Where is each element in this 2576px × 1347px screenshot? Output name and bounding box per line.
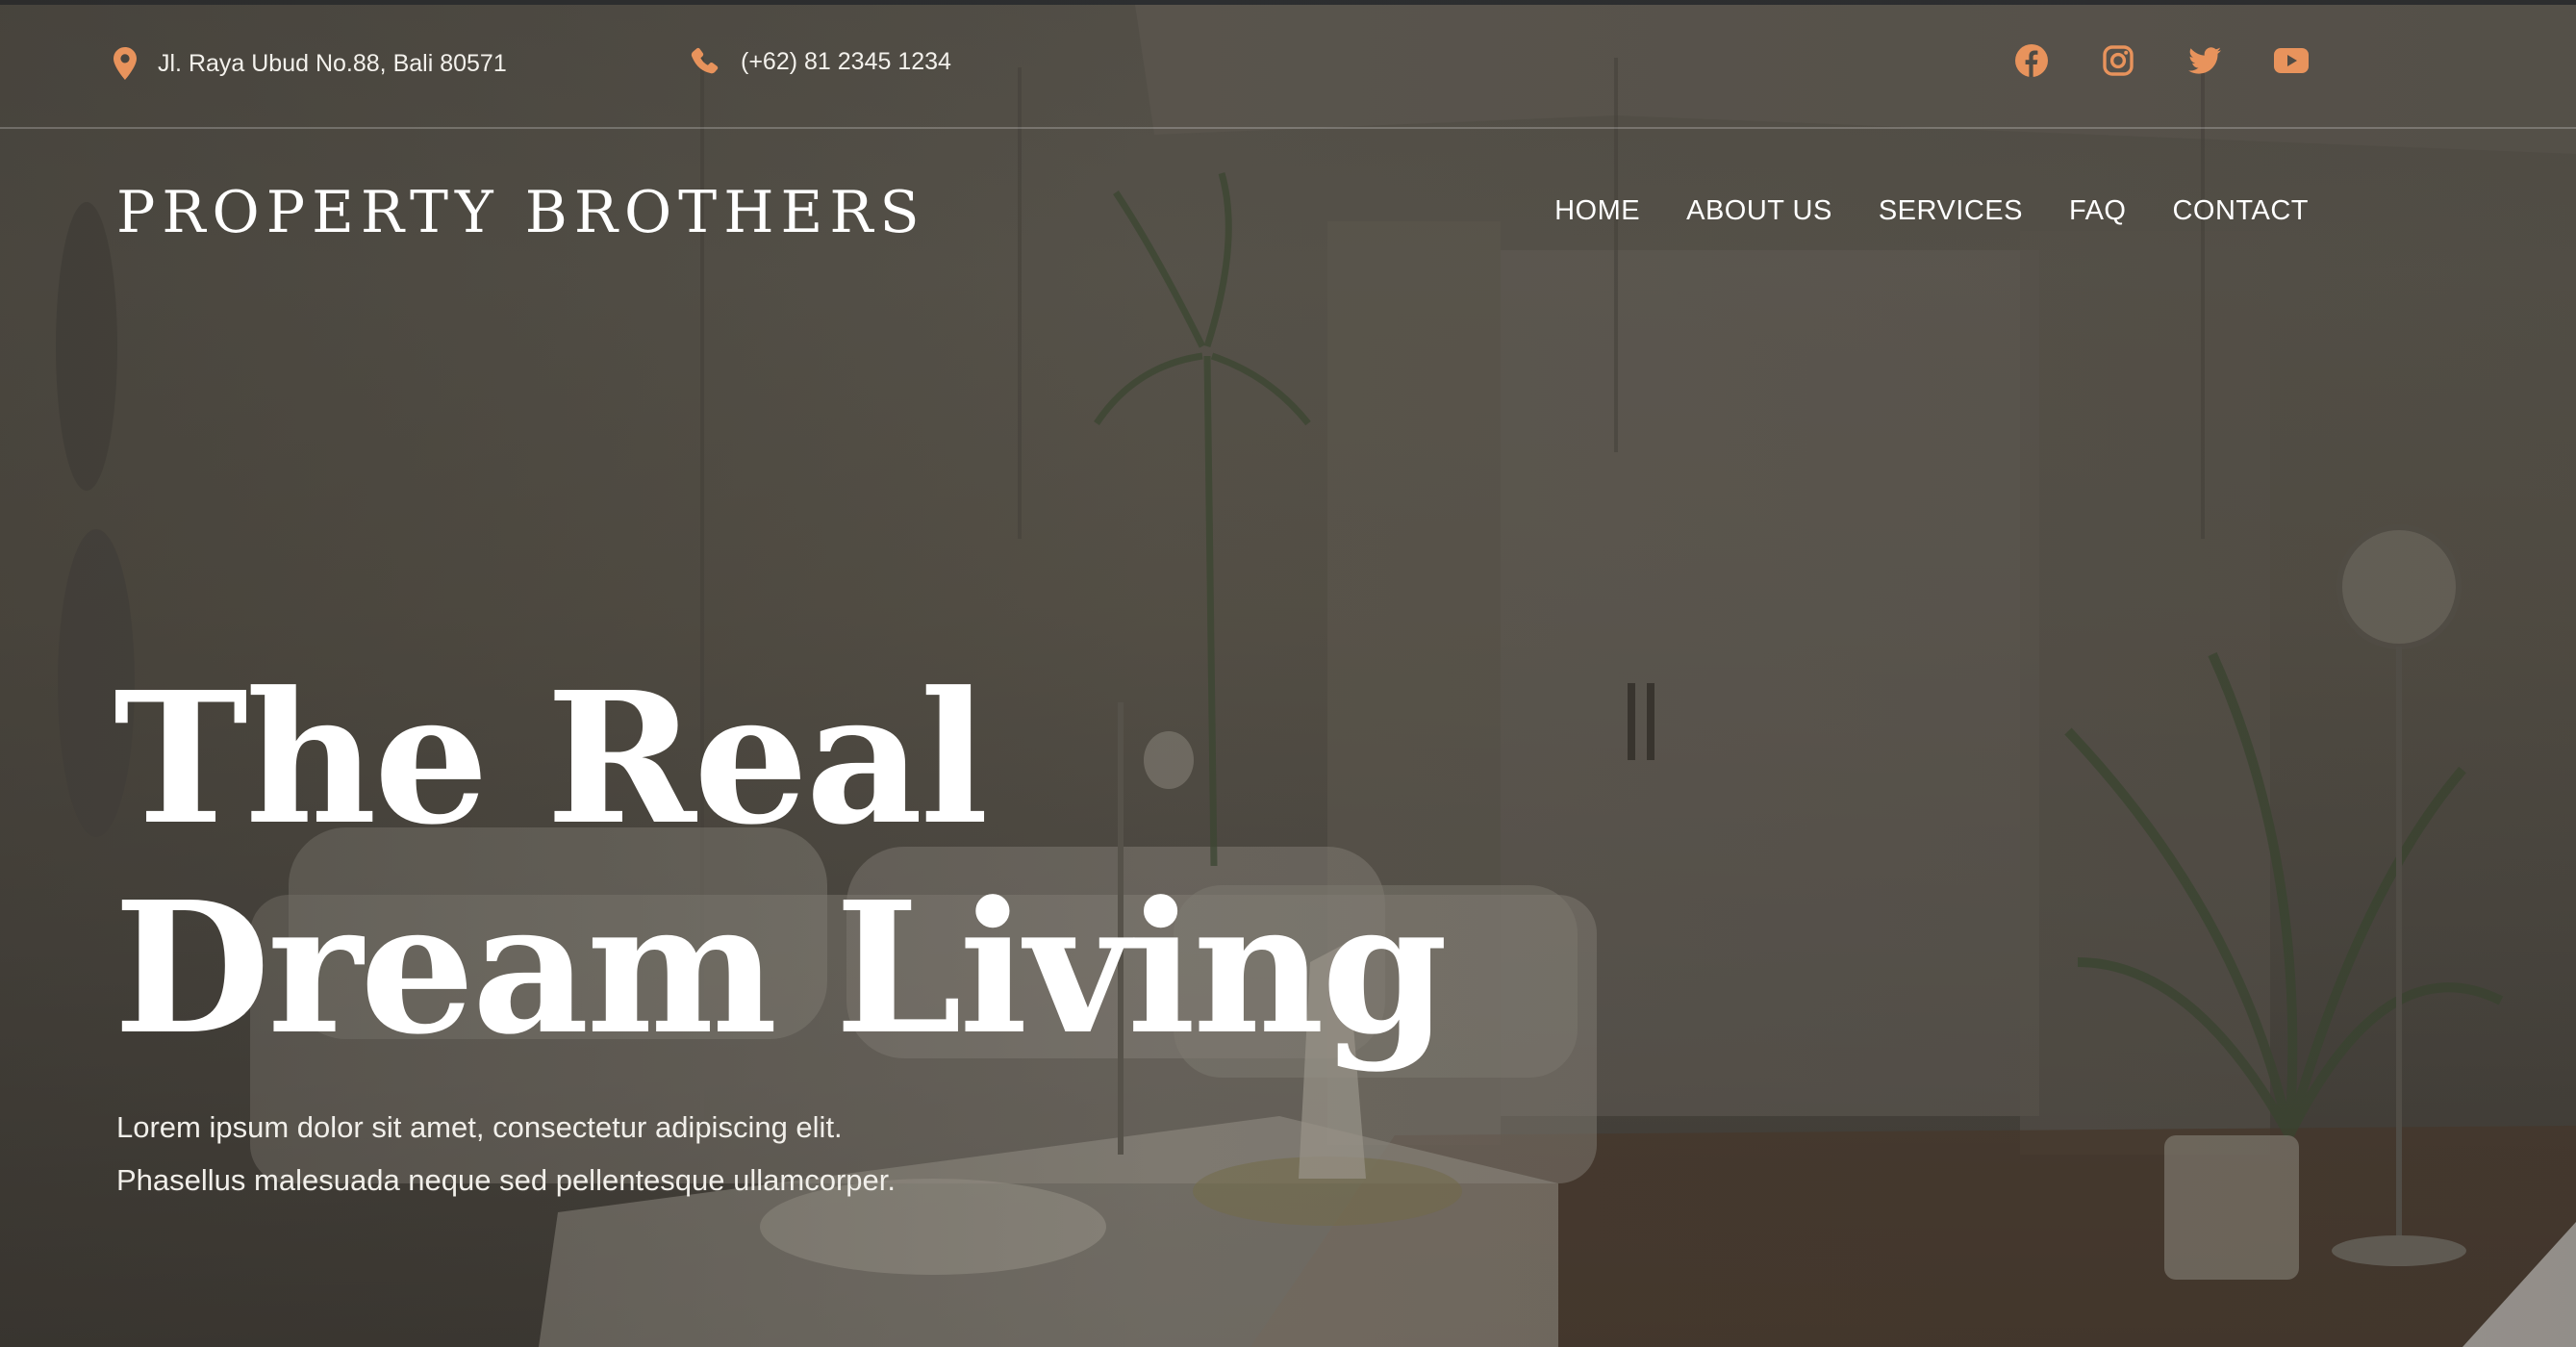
top-info-bar: Jl. Raya Ubud No.88, Bali 80571 (+62) 81…	[0, 5, 2576, 129]
brand-logo[interactable]: PROPERTY BROTHERS	[116, 179, 926, 246]
main-nav: HOME ABOUT US SERVICES FAQ CONTACT	[1554, 195, 2309, 227]
twitter-icon[interactable]	[2187, 43, 2222, 78]
hero-lead-text: Lorem ipsum dolor sit amet, consectetur …	[116, 1101, 896, 1207]
address-text: Jl. Raya Ubud No.88, Bali 80571	[158, 49, 507, 77]
address-info: Jl. Raya Ubud No.88, Bali 80571	[114, 47, 507, 80]
hero-headline: The Real Dream Living	[114, 652, 1448, 1075]
hero-headline-line-2: Dream Living	[114, 862, 1448, 1075]
nav-about-us[interactable]: ABOUT US	[1686, 195, 1832, 227]
youtube-icon[interactable]	[2274, 43, 2309, 78]
instagram-icon[interactable]	[2101, 43, 2135, 78]
phone-text: (+62) 81 2345 1234	[741, 47, 951, 75]
nav-faq[interactable]: FAQ	[2069, 195, 2127, 227]
phone-info: (+62) 81 2345 1234	[691, 47, 951, 76]
map-pin-icon	[114, 47, 137, 80]
nav-services[interactable]: SERVICES	[1879, 195, 2023, 227]
hero-section: Jl. Raya Ubud No.88, Bali 80571 (+62) 81…	[0, 0, 2576, 1347]
hero-lead-line-2: Phasellus malesuada neque sed pellentesq…	[116, 1163, 896, 1197]
facebook-icon[interactable]	[2014, 43, 2049, 78]
nav-home[interactable]: HOME	[1554, 195, 1640, 227]
hero-lead-line-1: Lorem ipsum dolor sit amet, consectetur …	[116, 1110, 843, 1144]
phone-icon	[691, 47, 720, 76]
hero-headline-line-1: The Real	[114, 652, 989, 865]
social-links	[2014, 43, 2309, 78]
nav-contact[interactable]: CONTACT	[2172, 195, 2309, 227]
